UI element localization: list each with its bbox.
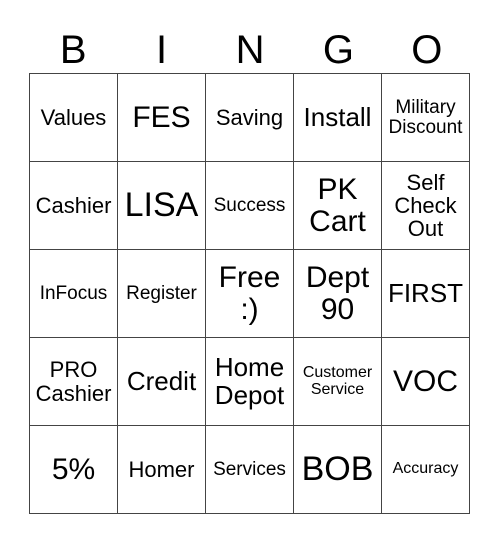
bingo-card: Values FES Saving Install Military Disco… [29, 73, 470, 514]
bingo-cell[interactable]: PK Cart [293, 161, 382, 250]
bingo-cell[interactable]: Homer [117, 425, 206, 514]
header-letter-n: N [235, 28, 265, 72]
card-row: PRO Cashier Credit Home Depot Customer S… [29, 337, 470, 426]
bingo-cell[interactable]: VOC [381, 337, 470, 426]
bingo-cell[interactable]: FIRST [381, 249, 470, 338]
bingo-cell[interactable]: InFocus [29, 249, 118, 338]
card-row: InFocus Register Free :) Dept 90 FIRST [29, 249, 470, 338]
bingo-cell[interactable]: PRO Cashier [29, 337, 118, 426]
bingo-cell[interactable]: Saving [205, 73, 294, 162]
free-space-cell[interactable]: Free :) [205, 249, 294, 338]
bingo-cell[interactable]: Cashier [29, 161, 118, 250]
bingo-header: B I N G O [29, 28, 471, 72]
header-letter-o: O [411, 28, 443, 72]
header-letter-g: G [322, 28, 354, 72]
bingo-cell[interactable]: FES [117, 73, 206, 162]
bingo-cell[interactable]: Credit [117, 337, 206, 426]
bingo-cell[interactable]: Success [205, 161, 294, 250]
bingo-cell[interactable]: Customer Service [293, 337, 382, 426]
bingo-cell[interactable]: 5% [29, 425, 118, 514]
bingo-cell[interactable]: Dept 90 [293, 249, 382, 338]
bingo-cell[interactable]: Accuracy [381, 425, 470, 514]
bingo-cell[interactable]: LISA [117, 161, 206, 250]
card-row: Values FES Saving Install Military Disco… [29, 73, 470, 162]
card-row: 5% Homer Services BOB Accuracy [29, 425, 470, 514]
bingo-cell[interactable]: Values [29, 73, 118, 162]
bingo-cell[interactable]: Self Check Out [381, 161, 470, 250]
bingo-cell[interactable]: Install [293, 73, 382, 162]
bingo-cell[interactable]: Home Depot [205, 337, 294, 426]
bingo-cell[interactable]: Services [205, 425, 294, 514]
header-letter-i: I [156, 28, 168, 72]
bingo-cell[interactable]: Military Discount [381, 73, 470, 162]
bingo-cell[interactable]: BOB [293, 425, 382, 514]
header-letter-b: B [59, 28, 87, 72]
card-row: Cashier LISA Success PK Cart Self Check … [29, 161, 470, 250]
bingo-cell[interactable]: Register [117, 249, 206, 338]
